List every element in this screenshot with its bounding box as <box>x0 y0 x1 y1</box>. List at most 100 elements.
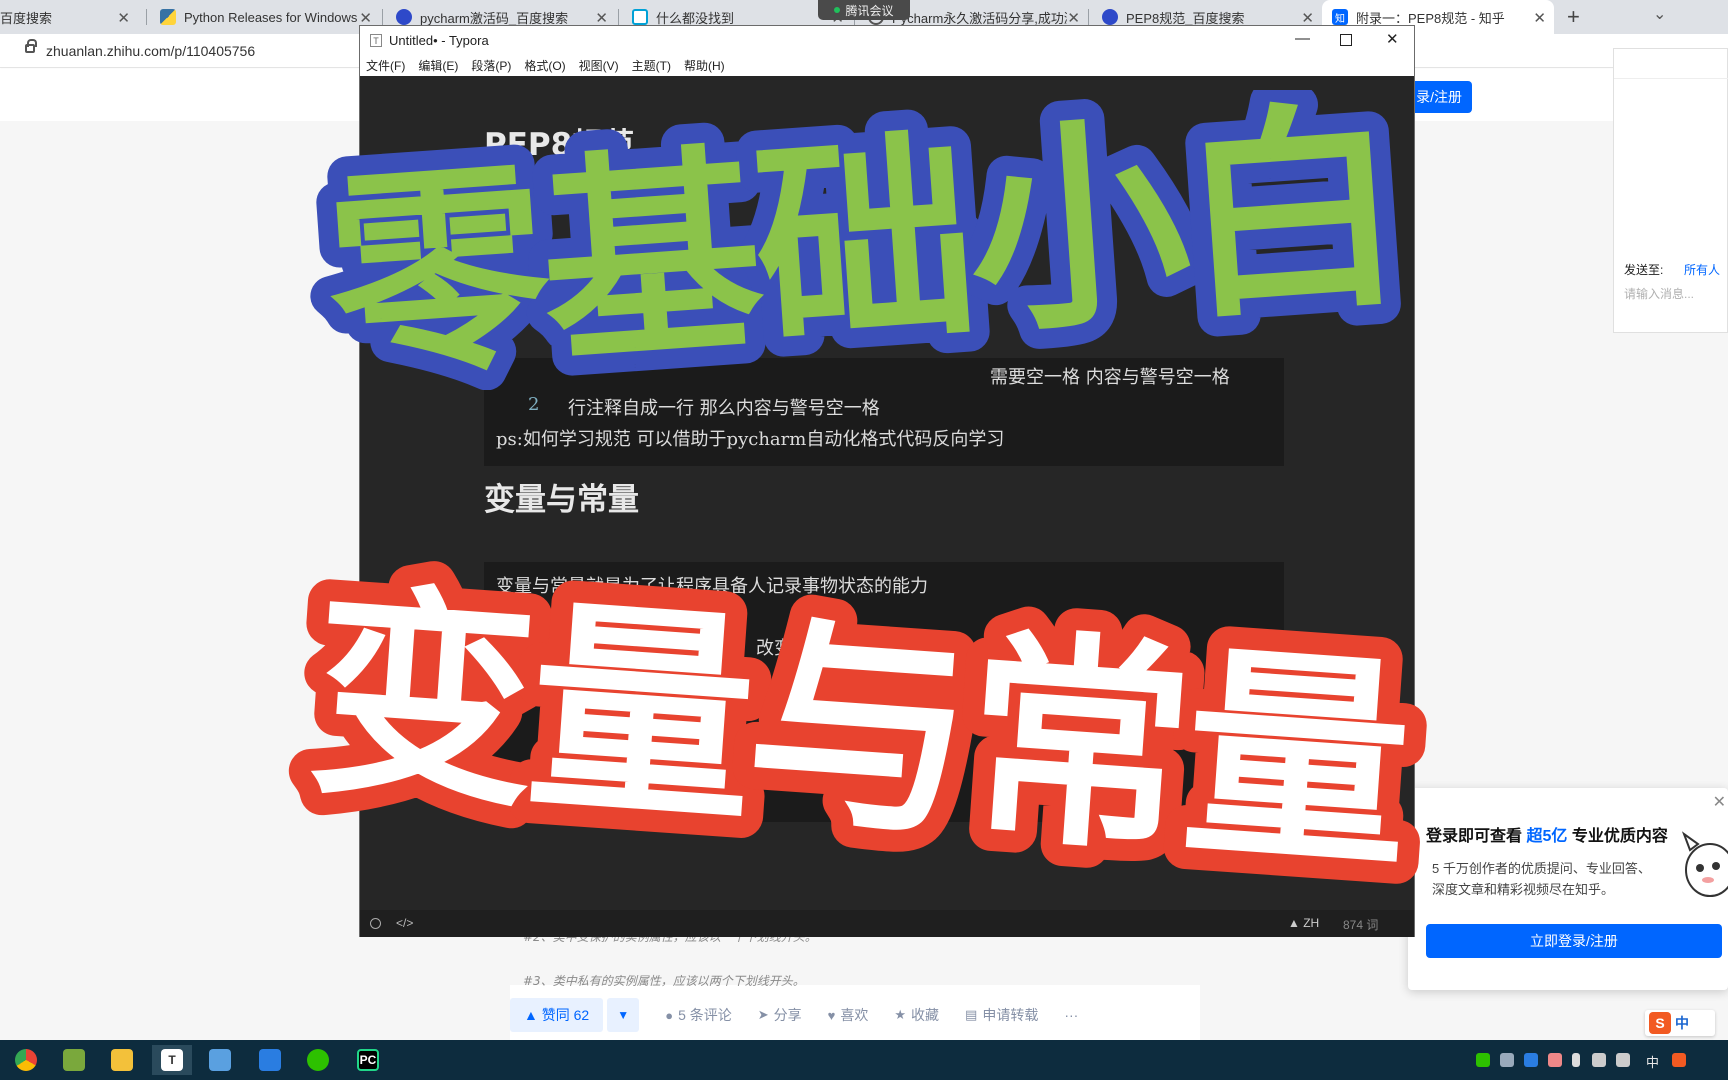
login-now-button[interactable]: 立即登录/注册 <box>1426 924 1722 958</box>
network-icon[interactable] <box>1592 1053 1606 1067</box>
menu-theme[interactable]: 主题(T) <box>632 57 671 74</box>
tab-separator <box>146 9 147 25</box>
input-language[interactable]: 中 <box>1646 1052 1659 1071</box>
popup-title: 登录即可查看 超5亿 专业优质内容 <box>1426 828 1668 845</box>
taskbar-computer[interactable] <box>200 1045 240 1075</box>
typora-icon: T <box>161 1049 183 1071</box>
like-button[interactable]: ♥ 喜欢 <box>828 1005 869 1025</box>
comment-button[interactable]: ● 5 条评论 <box>665 1005 732 1025</box>
heading-variables: 变量与常量 <box>484 482 639 518</box>
notepad-icon <box>63 1049 85 1071</box>
menu-help[interactable]: 帮助(H) <box>684 57 725 74</box>
window-title: Untitled• - Typora <box>389 33 489 48</box>
overlay-bottom-text: 变量与常量 <box>302 562 1413 888</box>
taskbar-explorer[interactable] <box>102 1045 142 1075</box>
tab-separator <box>382 9 383 25</box>
chat-panel: 发送至: 所有人 请输入消息... <box>1613 48 1728 333</box>
code-line: #3、类中私有的实例属性，应该以两个下划线开头。 <box>523 974 805 988</box>
tab-close-icon[interactable]: ✕ <box>1533 9 1546 27</box>
menu-format[interactable]: 格式(O) <box>524 57 565 74</box>
text-line: ps:如何学习规范 可以借助于pycharm自动化格式代码反向学习 <box>496 429 1005 450</box>
outline-toggle-icon[interactable] <box>370 918 381 929</box>
minimize-icon[interactable]: — <box>1295 30 1310 47</box>
tab-separator <box>1088 9 1089 25</box>
article-action-bar: ▲ 赞同 62 ▼ ● 5 条评论 ➤ 分享 ♥ 喜欢 ★ 收藏 ▤ 申请转载 ··· <box>510 995 1200 1035</box>
share-button[interactable]: ➤ 分享 <box>758 1005 802 1025</box>
app-icon <box>259 1049 281 1071</box>
wechat-tray-icon[interactable] <box>1476 1053 1490 1067</box>
chat-recipient-select[interactable]: 所有人 <box>1684 261 1720 278</box>
star-icon: ★ <box>894 1007 907 1022</box>
menu-paragraph[interactable]: 段落(P) <box>471 57 511 74</box>
overlay-title-bottom: 变量与常量 变量与常量 <box>280 558 1435 888</box>
wechat-icon <box>307 1049 329 1071</box>
taskbar-notepad[interactable] <box>54 1045 94 1075</box>
maximize-icon[interactable] <box>1340 34 1352 46</box>
tray-icon[interactable] <box>1500 1053 1514 1067</box>
recording-dot-icon <box>834 7 841 13</box>
chevron-down-icon[interactable]: ⌄ <box>1653 4 1666 24</box>
chat-sendto-label: 发送至: <box>1624 263 1664 277</box>
menu-view[interactable]: 视图(V) <box>579 57 619 74</box>
tab-baidu-search[interactable]: 百度搜索 ✕ <box>0 0 138 34</box>
zhihu-icon: 知 <box>1332 9 1348 25</box>
explorer-icon <box>111 1049 133 1071</box>
taskbar-chrome[interactable] <box>6 1045 46 1075</box>
tab-separator <box>618 9 619 25</box>
sogou-icon: S <box>1649 1012 1671 1034</box>
list-number: 2 <box>528 394 540 415</box>
url-text[interactable]: zhuanlan.zhihu.com/p/110405756 <box>46 43 255 59</box>
chrome-icon <box>15 1049 37 1071</box>
sogou-tray-icon[interactable] <box>1672 1053 1686 1067</box>
vote-up-button[interactable]: ▲ 赞同 62 <box>510 998 604 1032</box>
microphone-icon[interactable] <box>1572 1053 1580 1067</box>
tray-icon[interactable] <box>1548 1053 1562 1067</box>
taskbar-pycharm[interactable]: PC <box>348 1045 388 1075</box>
typora-menubar: 文件(F) 编辑(E) 段落(P) 格式(O) 视图(V) 主题(T) 帮助(H… <box>360 55 1414 76</box>
vote-down-button[interactable]: ▼ <box>607 998 640 1032</box>
volume-icon[interactable] <box>1616 1053 1630 1067</box>
close-icon[interactable]: ✕ <box>1713 792 1726 812</box>
comment-icon: ● <box>665 1007 674 1023</box>
typora-statusbar: </> ▲ ZH 874 词 <box>360 910 1414 937</box>
taskbar-wechat[interactable] <box>298 1045 338 1075</box>
word-count[interactable]: 874 词 <box>1343 916 1378 933</box>
paw-icon <box>1102 9 1118 25</box>
taskbar-typora[interactable]: T <box>152 1045 192 1075</box>
tray-icon[interactable] <box>1524 1053 1538 1067</box>
reprint-button[interactable]: ▤ 申请转载 <box>965 1005 1038 1025</box>
source-mode-icon[interactable]: </> <box>396 916 413 930</box>
popup-description: 5 千万创作者的优质提问、专业回答、深度文章和精彩视频尽在知乎。 <box>1432 861 1651 897</box>
lock-icon <box>25 39 37 53</box>
chat-header <box>1614 49 1728 79</box>
ime-toolbar[interactable]: S 中 <box>1645 1010 1715 1036</box>
paw-icon <box>396 9 412 25</box>
python-icon <box>160 9 176 25</box>
typora-titlebar: T Untitled• - Typora — ✕ <box>360 26 1414 55</box>
typora-app-icon: T <box>370 34 382 47</box>
computer-icon <box>209 1049 231 1071</box>
meeting-indicator[interactable]: 腾讯会议 <box>818 0 910 20</box>
tab-python-releases[interactable]: Python Releases for Windows ✕ <box>158 0 380 34</box>
close-icon[interactable]: ✕ <box>1386 30 1399 48</box>
taskbar: T PC 中 <box>0 1040 1728 1080</box>
more-icon: ··· <box>1064 1007 1079 1023</box>
more-button[interactable]: ··· <box>1064 1007 1078 1023</box>
new-tab-button[interactable]: + <box>1567 4 1580 30</box>
taskbar-app[interactable] <box>250 1045 290 1075</box>
text-line: 行注释自成一行 那么内容与警号空一格 <box>568 398 880 419</box>
document-icon: ▤ <box>965 1007 978 1022</box>
bilibili-icon <box>632 9 648 25</box>
chat-input[interactable]: 请输入消息... <box>1624 285 1694 302</box>
overlay-title-top: 零基础小白 零基础小白 <box>300 90 1425 390</box>
menu-file[interactable]: 文件(F) <box>366 57 405 74</box>
mascot-icon <box>1681 831 1728 897</box>
share-icon: ➤ <box>757 1007 769 1022</box>
tab-close-icon[interactable]: ✕ <box>117 9 130 27</box>
heart-icon: ♥ <box>827 1007 836 1023</box>
favorite-button[interactable]: ★ 收藏 <box>894 1005 939 1025</box>
spellcheck-language[interactable]: ▲ ZH <box>1288 916 1319 930</box>
pycharm-icon: PC <box>357 1049 379 1071</box>
menu-edit[interactable]: 编辑(E) <box>418 57 458 74</box>
overlay-top-text: 零基础小白 <box>320 90 1405 390</box>
